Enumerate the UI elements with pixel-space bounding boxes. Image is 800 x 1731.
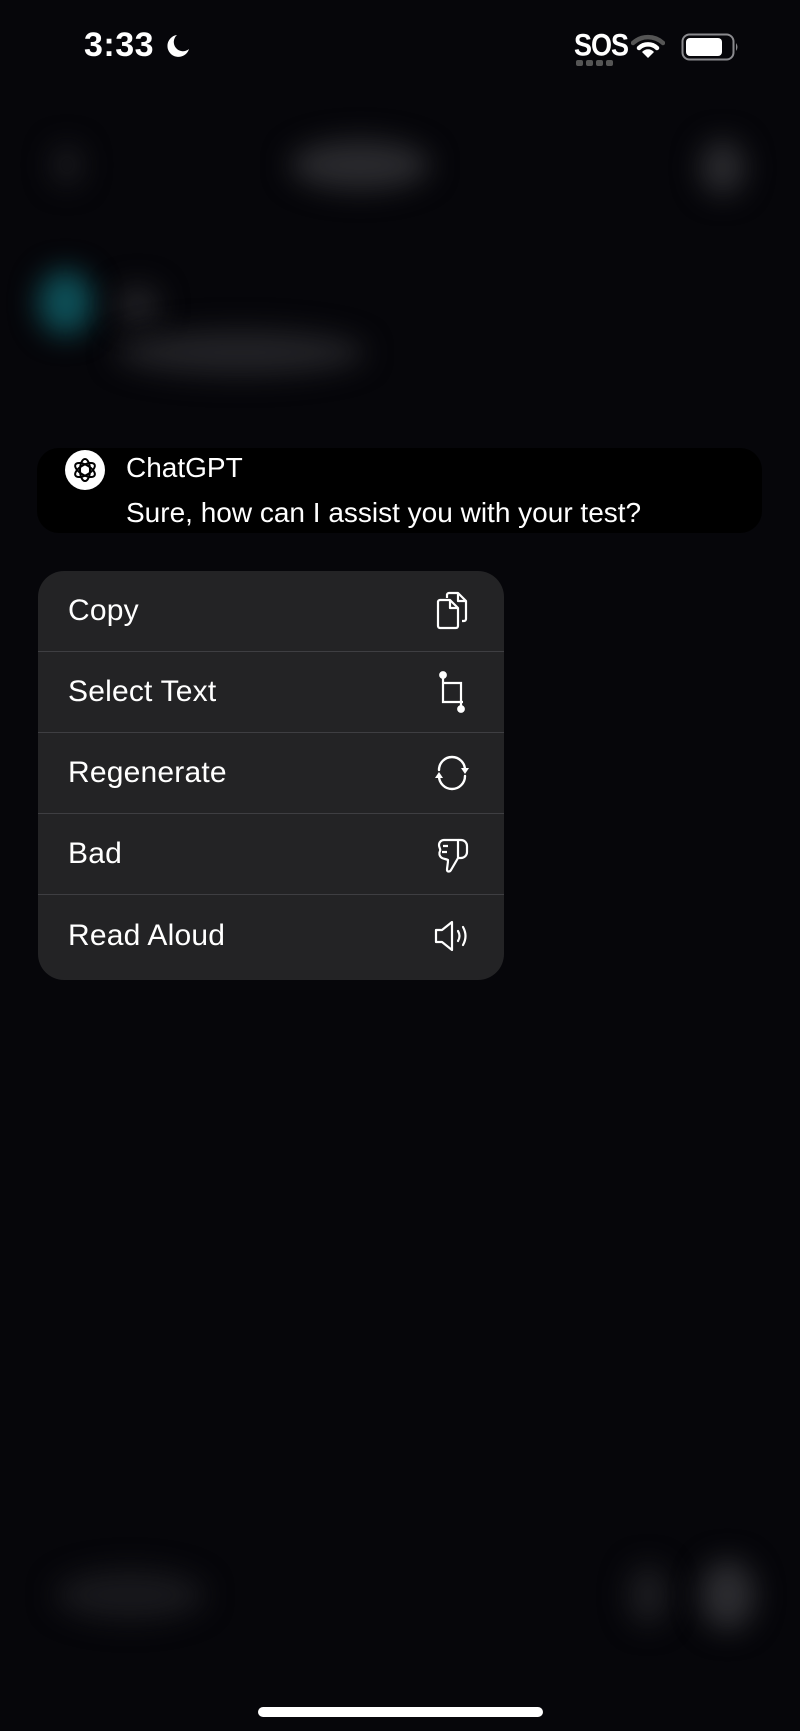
menu-item-label: Bad [68, 837, 122, 870]
menu-item-label: Regenerate [68, 756, 227, 789]
blurred-title [290, 140, 430, 190]
openai-logo-icon [74, 458, 96, 482]
menu-item-read-aloud[interactable]: Read Aloud [38, 895, 504, 976]
copy-icon [432, 591, 472, 631]
moon-icon [167, 35, 189, 57]
signal-dots [576, 60, 613, 66]
home-indicator[interactable] [258, 1707, 543, 1717]
menu-item-label: Copy [68, 594, 139, 627]
wifi-icon [631, 34, 665, 58]
menu-item-label: Select Text [68, 675, 217, 708]
message-text: Sure, how can I assist you with your tes… [126, 497, 642, 528]
blurred-mic-button [628, 1565, 668, 1625]
message-sender: ChatGPT [126, 452, 243, 483]
menu-item-bad[interactable]: Bad [38, 814, 504, 895]
regenerate-icon [432, 753, 472, 793]
chatgpt-avatar [65, 450, 105, 490]
menu-item-label: Read Aloud [68, 918, 226, 952]
blurred-send-button [700, 1560, 755, 1630]
menu-item-copy[interactable]: Copy [38, 571, 504, 652]
blurred-user-name [115, 285, 160, 325]
blurred-input-field [55, 1570, 205, 1620]
speaker-icon [432, 916, 472, 956]
blurred-menu-button [52, 145, 82, 185]
crop-select-icon [432, 671, 472, 713]
blurred-user-message [115, 330, 365, 375]
menu-item-select-text[interactable]: Select Text [38, 652, 504, 733]
menu-item-regenerate[interactable]: Regenerate [38, 733, 504, 814]
blurred-user-avatar [38, 270, 93, 335]
sos-indicator: SOS [574, 27, 629, 63]
battery-icon [681, 33, 738, 61]
blurred-new-chat-button [700, 140, 745, 195]
context-menu: Copy Select Text Regenerate Bad Read Alo… [38, 571, 504, 980]
status-time: 3:33 [84, 26, 155, 64]
thumbs-down-icon [432, 834, 472, 874]
